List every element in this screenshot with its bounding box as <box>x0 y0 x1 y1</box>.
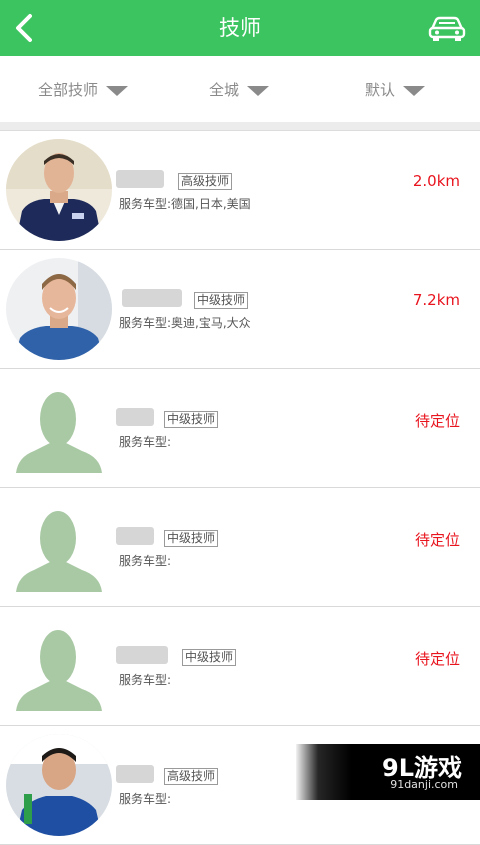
level-badge: 中级技师 <box>164 411 219 428</box>
distance: 7.2km <box>412 291 460 309</box>
watermark-site: 91danji.com <box>390 778 458 791</box>
filter-bar: 全部技师 全城 默认 <box>0 56 480 122</box>
service-vehicles: 服务车型: <box>119 435 172 449</box>
technician-list: 高级技师 服务车型:德国,日本,美国 2.0km 中级技师 服务车型:奥迪,宝马… <box>0 131 480 845</box>
watermark-logo: 9L游戏 91danji.com <box>296 744 480 800</box>
default-avatar-icon <box>6 615 112 717</box>
name-blurred <box>116 408 154 426</box>
level-badge: 中级技师 <box>194 292 249 309</box>
filter-sort[interactable]: 默认 <box>365 56 426 122</box>
service-vehicles: 服务车型:德国,日本,美国 <box>119 197 251 211</box>
dropdown-triangle-icon <box>247 86 270 96</box>
name-blurred <box>122 289 182 307</box>
top-bar: 技师 <box>0 0 480 56</box>
name-blurred <box>116 765 154 783</box>
divider <box>0 122 480 131</box>
name-blurred <box>116 527 154 545</box>
car-icon[interactable] <box>428 11 466 45</box>
service-vehicles: 服务车型: <box>119 554 172 568</box>
technician-row[interactable]: 中级技师 服务车型: 待定位 <box>0 607 480 726</box>
dropdown-triangle-icon <box>106 86 129 96</box>
service-vehicles: 服务车型:奥迪,宝马,大众 <box>119 316 251 330</box>
avatar <box>6 258 112 360</box>
filter-label: 默认 <box>365 80 396 99</box>
service-vehicles: 服务车型: <box>119 673 172 687</box>
level-badge: 高级技师 <box>164 768 219 785</box>
page-title: 技师 <box>219 16 261 40</box>
filter-all-technicians[interactable]: 全部技师 <box>38 56 129 122</box>
technician-row[interactable]: 中级技师 服务车型: 待定位 <box>0 488 480 607</box>
filter-city[interactable]: 全城 <box>209 56 270 122</box>
distance: 待定位 <box>414 650 460 668</box>
dropdown-triangle-icon <box>403 86 426 96</box>
default-avatar-icon <box>6 496 112 598</box>
name-blurred <box>116 170 164 188</box>
level-badge: 高级技师 <box>178 173 233 190</box>
technician-row[interactable]: 高级技师 服务车型:德国,日本,美国 2.0km <box>0 131 480 250</box>
avatar <box>6 734 112 836</box>
technician-row[interactable]: 中级技师 服务车型: 待定位 <box>0 369 480 488</box>
distance: 待定位 <box>414 531 460 549</box>
distance: 待定位 <box>414 412 460 430</box>
default-avatar-icon <box>6 377 112 479</box>
service-vehicles: 服务车型: <box>119 792 172 806</box>
level-badge: 中级技师 <box>164 530 219 547</box>
level-badge: 中级技师 <box>182 649 237 666</box>
distance: 2.0km <box>412 172 460 190</box>
technician-row[interactable]: 中级技师 服务车型:奥迪,宝马,大众 7.2km <box>0 250 480 369</box>
name-blurred <box>116 646 168 664</box>
filter-label: 全城 <box>209 80 240 99</box>
filter-label: 全部技师 <box>38 80 99 99</box>
avatar <box>6 139 112 241</box>
